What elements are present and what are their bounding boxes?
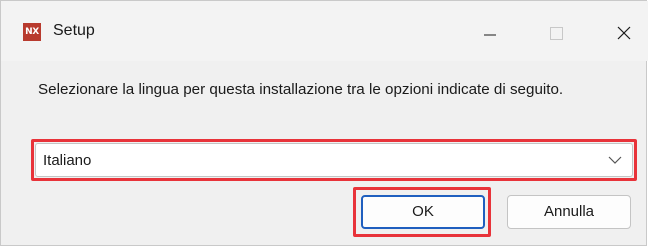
language-select-value: Italiano <box>43 152 92 169</box>
close-button[interactable] <box>603 15 647 49</box>
setup-dialog: NX Setup Selezionare la lingua per quest… <box>0 0 648 246</box>
title-bar: NX Setup <box>1 1 648 61</box>
chevron-down-icon <box>608 156 622 164</box>
language-select[interactable]: Italiano <box>35 143 633 177</box>
window-title: Setup <box>53 22 95 39</box>
maximize-icon <box>550 27 563 40</box>
close-icon <box>617 26 631 40</box>
maximize-button <box>535 15 579 49</box>
minimize-icon <box>484 34 496 36</box>
app-logo-icon: NX <box>23 23 41 41</box>
ok-button[interactable]: OK <box>361 195 485 229</box>
cancel-button[interactable]: Annulla <box>507 195 631 229</box>
minimize-button[interactable] <box>467 15 511 49</box>
language-prompt: Selezionare la lingua per questa install… <box>38 81 564 98</box>
